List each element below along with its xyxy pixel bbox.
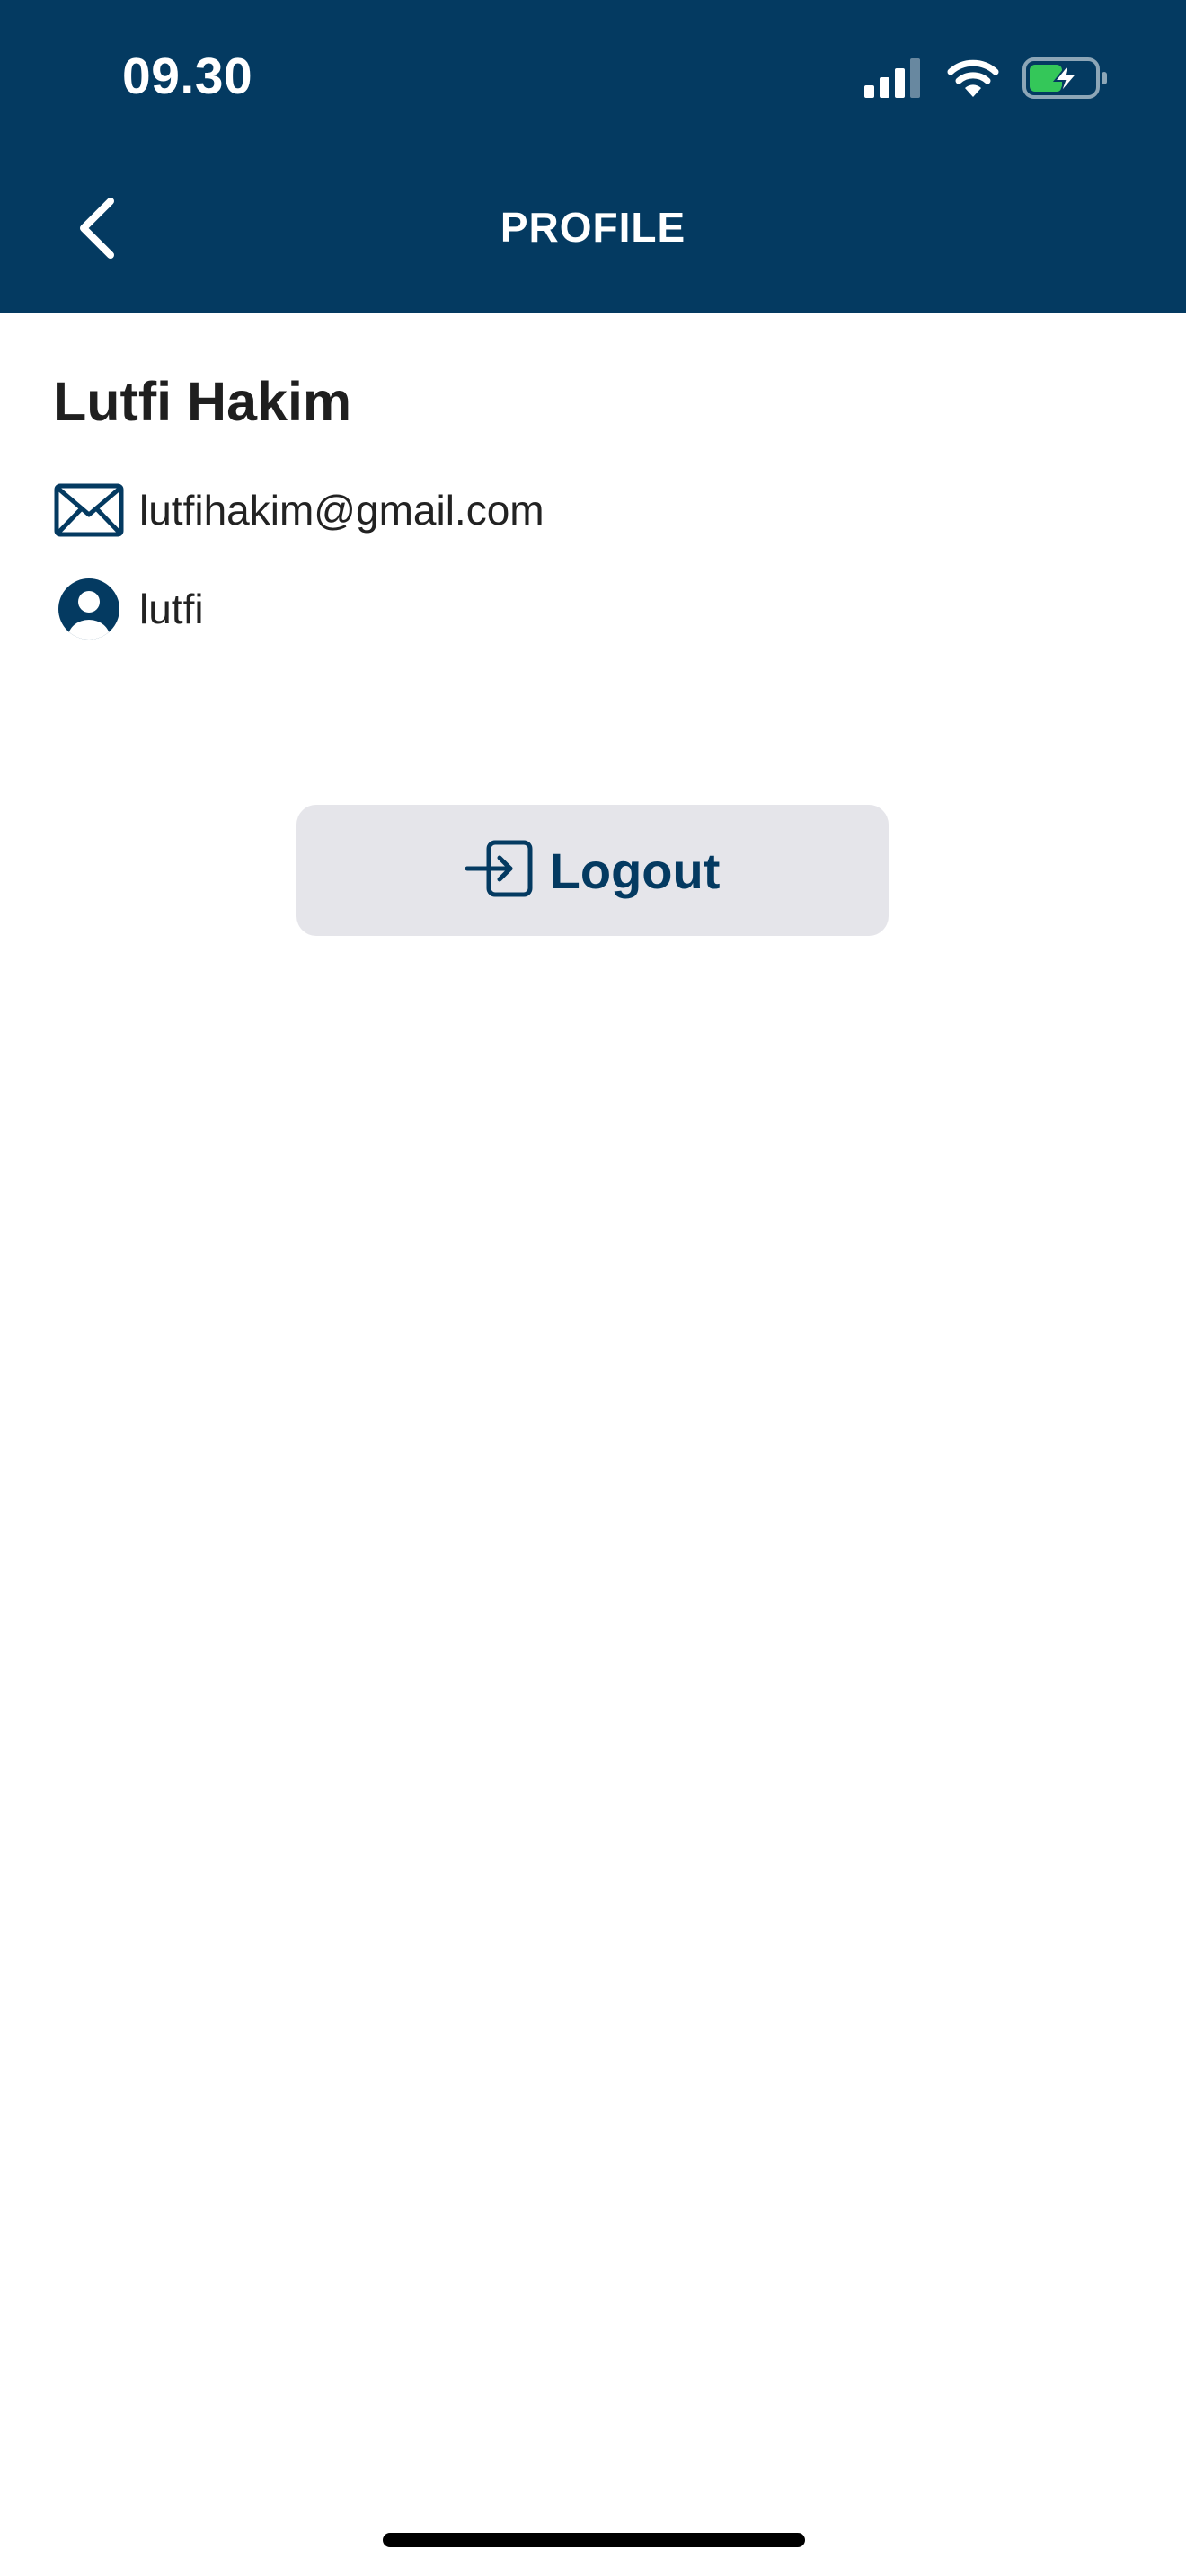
username-text: lutfi bbox=[139, 586, 204, 632]
email-text: lutfihakim@gmail.com bbox=[139, 487, 544, 534]
wifi-icon bbox=[947, 58, 999, 102]
profile-name: Lutfi Hakim bbox=[53, 371, 352, 432]
battery-charging-icon bbox=[1022, 57, 1109, 103]
status-icons bbox=[864, 57, 1109, 102]
app-header: 09.30 PROFILE bbox=[0, 0, 1186, 313]
logout-label: Logout bbox=[549, 842, 721, 899]
logout-button[interactable]: Logout bbox=[296, 805, 889, 936]
email-row: lutfihakim@gmail.com bbox=[53, 474, 544, 546]
user-circle-icon bbox=[53, 573, 125, 645]
cellular-signal-icon bbox=[864, 57, 924, 102]
home-indicator[interactable] bbox=[383, 2533, 805, 2547]
logout-icon bbox=[465, 840, 534, 902]
page-title: PROFILE bbox=[500, 204, 686, 251]
status-time: 09.30 bbox=[122, 48, 253, 105]
username-row: lutfi bbox=[53, 573, 204, 645]
envelope-icon bbox=[53, 474, 125, 546]
